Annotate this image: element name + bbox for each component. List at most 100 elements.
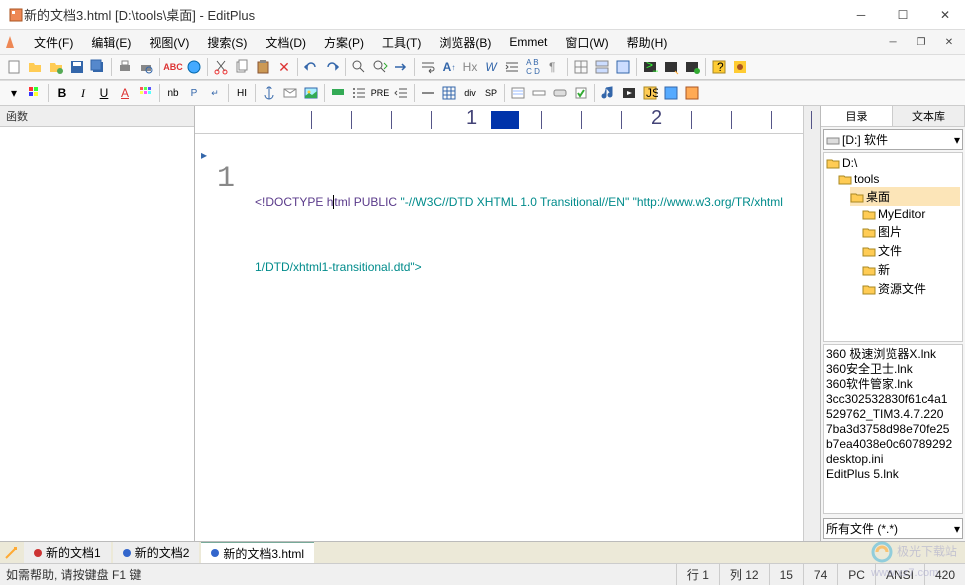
word-wrap-icon[interactable] (418, 57, 438, 77)
abc-icon[interactable]: A BC D (523, 57, 543, 77)
browser-preview-icon[interactable] (184, 57, 204, 77)
menu-browser[interactable]: 浏览器(B) (431, 32, 499, 53)
indent-icon[interactable] (502, 57, 522, 77)
mdi-close-button[interactable]: ✕ (937, 30, 961, 54)
drive-select[interactable]: [D:] 软件 ▾ (823, 129, 963, 150)
tab-cliptext[interactable]: 文本库 (893, 106, 965, 126)
menu-project[interactable]: 方案(P) (316, 32, 372, 53)
bold-button[interactable]: B (52, 83, 72, 103)
delete-icon[interactable]: ✕ (274, 57, 294, 77)
color-grid-icon[interactable] (136, 83, 156, 103)
para-button[interactable]: P (184, 83, 204, 103)
code-editor[interactable]: ▸ 1 <!DOCTYPE html PUBLIC "-//W3C//DTD X… (195, 134, 803, 541)
print-icon[interactable] (115, 57, 135, 77)
window-tile-icon[interactable] (571, 57, 591, 77)
document-tab[interactable]: 新的文档3.html (201, 542, 314, 564)
new-file-icon[interactable] (4, 57, 24, 77)
file-list[interactable]: 360 极速浏览器X.lnk360安全卫士.lnk360软件管家.lnk3cc3… (823, 344, 963, 514)
font-button[interactable]: A (115, 83, 135, 103)
tree-item[interactable]: tools (838, 171, 960, 187)
undo-icon[interactable] (301, 57, 321, 77)
file-item[interactable]: 529762_TIM3.4.7.220 (826, 407, 960, 422)
div-button[interactable]: div (460, 83, 480, 103)
file-item[interactable]: 360 极速浏览器X.lnk (826, 347, 960, 362)
tree-item[interactable]: 新 (862, 260, 960, 279)
button-icon[interactable] (550, 83, 570, 103)
save-all-icon[interactable] (88, 57, 108, 77)
window-split-icon[interactable] (592, 57, 612, 77)
mail-icon[interactable] (280, 83, 300, 103)
menu-edit[interactable]: 编辑(E) (83, 32, 139, 53)
nbsp-button[interactable]: nb (163, 83, 183, 103)
fullscreen-icon[interactable] (613, 57, 633, 77)
print-preview-icon[interactable] (136, 57, 156, 77)
find-next-icon[interactable] (370, 57, 390, 77)
pre-button[interactable]: PRE (370, 83, 390, 103)
menu-view[interactable]: 视图(V) (141, 32, 197, 53)
mdi-minimize-button[interactable]: ─ (881, 30, 905, 54)
menu-document[interactable]: 文档(D) (257, 32, 314, 53)
grid-icon[interactable] (439, 83, 459, 103)
copy-icon[interactable] (232, 57, 252, 77)
menu-window[interactable]: 窗口(W) (557, 32, 616, 53)
menu-help[interactable]: 帮助(H) (619, 32, 676, 53)
font-h-icon[interactable]: Hx (460, 57, 480, 77)
document-tab[interactable]: 新的文档2 (113, 542, 200, 564)
music-icon[interactable] (598, 83, 618, 103)
anchor-icon[interactable] (259, 83, 279, 103)
hr-icon[interactable] (418, 83, 438, 103)
break-button[interactable]: ↵ (205, 83, 225, 103)
w-icon[interactable]: W (481, 57, 501, 77)
checkbox-icon[interactable] (571, 83, 591, 103)
menu-emmet[interactable]: Emmet (501, 33, 555, 51)
file-item[interactable]: b7ea4038e0c60789292 (826, 437, 960, 452)
folder-tree[interactable]: D:\tools桌面MyEditor图片文件新资源文件 (823, 152, 963, 342)
italic-button[interactable]: I (73, 83, 93, 103)
menu-search[interactable]: 搜索(S) (199, 32, 255, 53)
file-item[interactable]: 3cc302532830f61c4a1 (826, 392, 960, 407)
paste-icon[interactable] (253, 57, 273, 77)
document-tab[interactable]: 新的文档1 (24, 542, 111, 564)
terminal2-icon[interactable] (661, 57, 681, 77)
minimize-button[interactable]: ─ (849, 3, 873, 27)
style-icon[interactable] (661, 83, 681, 103)
function-list[interactable] (0, 127, 194, 541)
terminal3-icon[interactable] (682, 57, 702, 77)
file-item[interactable]: 360软件管家.lnk (826, 377, 960, 392)
tree-item[interactable]: 资源文件 (862, 279, 960, 298)
script-icon[interactable]: JS (640, 83, 660, 103)
dropdown-icon[interactable]: ▾ (4, 83, 24, 103)
cut-icon[interactable] (211, 57, 231, 77)
spell-check-icon[interactable]: ABC (163, 57, 183, 77)
settings-icon[interactable] (730, 57, 750, 77)
arrow-icon[interactable] (4, 546, 18, 560)
invisible-icon[interactable]: ¶ (544, 57, 564, 77)
comment-icon[interactable] (328, 83, 348, 103)
list-icon[interactable] (349, 83, 369, 103)
image-icon[interactable] (301, 83, 321, 103)
tree-item[interactable]: D:\ (826, 155, 960, 171)
tree-item[interactable]: MyEditor (862, 206, 960, 222)
file-item[interactable]: 7ba3d3758d98e70fe25 (826, 422, 960, 437)
outdent-icon[interactable] (391, 83, 411, 103)
file-item[interactable]: EditPlus 5.lnk (826, 467, 960, 482)
open-recent-icon[interactable] (46, 57, 66, 77)
tree-item[interactable]: 文件 (862, 241, 960, 260)
file-item[interactable]: 360安全卫士.lnk (826, 362, 960, 377)
save-icon[interactable] (67, 57, 87, 77)
textfield-icon[interactable] (529, 83, 549, 103)
open-file-icon[interactable] (25, 57, 45, 77)
vertical-scrollbar[interactable] (803, 106, 820, 541)
extra-icon[interactable] (682, 83, 702, 103)
maximize-button[interactable]: ☐ (891, 3, 915, 27)
redo-icon[interactable] (322, 57, 342, 77)
help-icon[interactable]: ? (709, 57, 729, 77)
sp-button[interactable]: SP (481, 83, 501, 103)
menu-file[interactable]: 文件(F) (26, 32, 81, 53)
tree-item[interactable]: 桌面 (850, 187, 960, 206)
heading-button[interactable]: HI (232, 83, 252, 103)
file-item[interactable]: desktop.ini (826, 452, 960, 467)
file-filter[interactable]: 所有文件 (*.*) ▾ (823, 518, 963, 539)
close-button[interactable]: ✕ (933, 3, 957, 27)
code-content[interactable]: <!DOCTYPE html PUBLIC "-//W3C//DTD XHTML… (243, 134, 803, 541)
